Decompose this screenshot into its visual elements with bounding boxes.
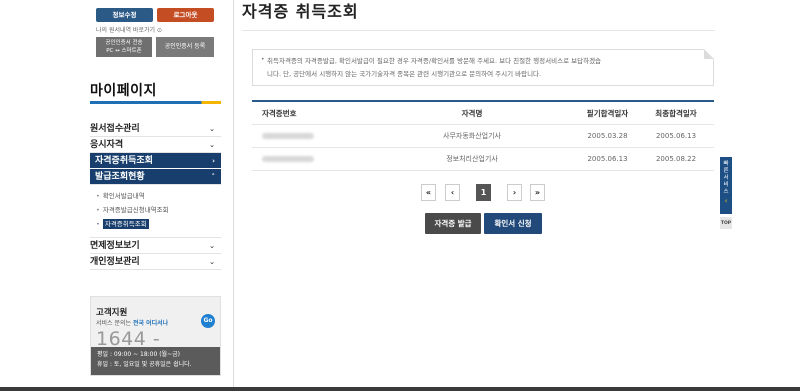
header-cert-number: 자격증번호: [262, 109, 297, 118]
chevron-down-icon: ⌄: [209, 242, 215, 250]
sidebar-item-label: 자격증취득조회: [95, 156, 153, 166]
cert-number-redacted: [262, 148, 314, 171]
chevron-left-icon: ‹: [724, 197, 728, 205]
support-subtitle-highlight: 전국 어디서나: [132, 320, 169, 327]
submenu-item-label: 확인서발급내역: [102, 192, 145, 200]
final-date: 2005.08.22: [655, 155, 697, 163]
cert-number-redacted: [262, 125, 314, 148]
cert-transfer-sub: PC ↔ 스마트폰: [106, 48, 142, 54]
bullet-icon: •: [96, 192, 100, 200]
prev-page-button[interactable]: ‹: [445, 184, 460, 201]
sidebar-item-qualification[interactable]: 응시자격 ⌄: [90, 137, 221, 153]
sidebar-item-applications[interactable]: 원서접수관리 ⌄: [90, 121, 221, 137]
application-history-link[interactable]: 나의 원서내역 바로가기 ⊙: [96, 25, 162, 34]
quick-service-tab[interactable]: 빠른서비스 ‹: [720, 157, 732, 214]
mypage-underline: [90, 101, 221, 104]
customer-support-box: 고객지원 서비스 문의는 전국 어디서나 Go 1644 - 8000 평일 :…: [90, 296, 221, 376]
first-page-button[interactable]: «: [421, 184, 436, 201]
sidebar-item-label: 발급조회현황: [95, 172, 145, 182]
cert-name: 정보처리산업기사: [446, 155, 498, 163]
table-header-row: 자격증번호 자격명 필기합격일자 최종합격일자: [252, 102, 714, 125]
submenu-item-issue-requests[interactable]: • 자격증발급신청내역조회: [96, 203, 221, 217]
issue-cert-button[interactable]: 자격증 발급: [425, 213, 481, 234]
quick-service-label: 빠른서비스: [723, 161, 729, 195]
submenu-item-label: 자격증발급신청내역조회: [102, 206, 169, 214]
edit-info-button[interactable]: 정보수정: [96, 8, 153, 22]
page-title: 자격증 취득조회: [242, 2, 359, 21]
title-divider: [242, 30, 715, 31]
bottom-bar: [0, 387, 800, 391]
header-written-date: 필기합격일자: [586, 109, 629, 118]
page: 정보수정 로그아웃 나의 원서내역 바로가기 ⊙ 공인인증서 전송 PC ↔ 스…: [0, 0, 800, 391]
table-row[interactable]: 정보처리산업기사 2005.06.13 2005.08.22: [252, 148, 714, 171]
issue-status-submenu: • 확인서발급내역 • 자격증발급신청내역조회 • 자격증취득조회: [90, 185, 221, 238]
cert-name: 사무자동화산업기사: [443, 132, 501, 140]
cert-transfer-button[interactable]: 공인인증서 전송 PC ↔ 스마트폰: [96, 37, 152, 57]
application-history-label: 나의 원서내역 바로가기: [96, 27, 156, 34]
support-subtitle: 서비스 문의는 전국 어디서나: [96, 318, 168, 327]
chevron-up-icon: ˄: [211, 173, 216, 181]
support-hours-holiday: 휴일 : 토, 일요일 및 공휴일은 쉽니다.: [97, 361, 192, 368]
chevron-down-icon: ⌄: [209, 258, 215, 266]
support-hours-weekday: 평일 : 09:00 ~ 18:00 (월~금): [97, 351, 180, 358]
last-page-button[interactable]: »: [530, 184, 545, 201]
bullet-icon: •: [96, 220, 100, 228]
header-final-date: 최종합격일자: [655, 109, 697, 118]
notice-box: • 취득자격증의 자격증발급, 확인서발급이 필요한 경우 자격증/확인서를 방…: [252, 49, 714, 86]
written-date: 2005.03.28: [587, 132, 628, 140]
sidebar-item-cert-lookup[interactable]: 자격증취득조회 ›: [90, 153, 221, 169]
mypage-title: 마이페이지: [90, 83, 157, 99]
chevron-down-icon: ⌄: [209, 125, 215, 133]
support-hours: 평일 : 09:00 ~ 18:00 (월~금) 휴일 : 토, 일요일 및 공…: [91, 347, 220, 375]
support-subtitle-prefix: 서비스 문의는: [96, 320, 132, 327]
page-number-current[interactable]: 1: [476, 184, 491, 201]
arrow-circle-icon: ⊙: [156, 27, 162, 34]
cert-register-button[interactable]: 공인인증서 등록: [156, 37, 214, 57]
submenu-item-label: 자격증취득조회: [102, 219, 149, 229]
logout-button[interactable]: 로그아웃: [157, 8, 214, 22]
scroll-top-button[interactable]: TOP: [720, 217, 732, 229]
bullet-icon: •: [96, 206, 100, 214]
table-row[interactable]: 사무자동화산업기사 2005.03.28 2005.06.13: [252, 125, 714, 148]
header-cert-name: 자격명: [461, 109, 483, 118]
sidebar-item-issue-status[interactable]: 발급조회현황 ˄: [90, 169, 221, 185]
support-go-button[interactable]: Go: [201, 314, 215, 328]
submenu-item-confirm-history[interactable]: • 확인서발급내역: [96, 189, 221, 203]
final-date: 2005.06.13: [655, 132, 697, 140]
sidebar-item-label: 원서접수관리: [90, 124, 140, 134]
sidebar-item-label: 응시자격: [90, 140, 124, 150]
chevron-right-icon: ›: [212, 157, 215, 165]
written-date: 2005.06.13: [587, 155, 628, 163]
sidebar-menu: 원서접수관리 ⌄ 응시자격 ⌄ 자격증취득조회 › 발급조회현황 ˄ • 확인서발…: [90, 121, 221, 270]
sidebar-item-label: 면제정보보기: [90, 241, 140, 251]
next-page-button[interactable]: ›: [507, 184, 522, 201]
chevron-down-icon: ⌄: [209, 141, 215, 149]
page-corner-icon: [704, 49, 714, 59]
notice-text-line1: 취득자격증의 자격증발급, 확인서발급이 필요한 경우 자격증/확인서를 방문해…: [267, 57, 602, 65]
sidebar-item-label: 개인정보관리: [90, 257, 140, 267]
support-title: 고객지원: [96, 308, 128, 318]
bullet-icon: •: [261, 56, 265, 63]
request-confirmation-button[interactable]: 확인서 신청: [484, 213, 542, 234]
sidebar-item-personal-info[interactable]: 개인정보관리 ⌄: [90, 254, 221, 270]
submenu-item-cert-lookup[interactable]: • 자격증취득조회: [96, 217, 221, 231]
cert-table: 자격증번호 자격명 필기합격일자 최종합격일자 사무자동화산업기사 2005.0…: [252, 100, 714, 171]
sidebar-item-exemption[interactable]: 면제정보보기 ⌄: [90, 238, 221, 254]
content-divider: [233, 0, 234, 387]
cert-transfer-label: 공인인증서 전송: [105, 40, 143, 46]
notice-text-line2: 니다. 단, 공단에서 시행하지 않는 국가기술자격 종목은 관련 시행기관으로…: [267, 70, 542, 78]
